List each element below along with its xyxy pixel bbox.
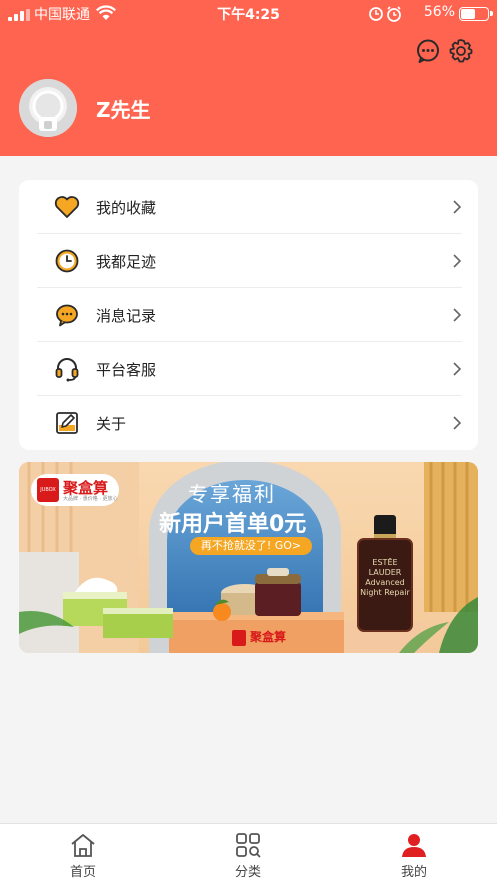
brand-badge: JUBOX 聚盒算 大品牌 · 惠价格 · 更放心 [31,474,119,506]
user-icon [402,834,426,857]
home-icon [71,834,95,857]
promo-headline: 新用户首单0元 [159,512,307,537]
battery-icon [459,7,493,21]
chevron-right-icon [453,254,462,268]
chevron-right-icon [453,362,462,376]
menu-item-customer-service[interactable]: 平台客服 [37,342,462,396]
tab-mine[interactable]: 我的 [374,830,454,880]
status-bar: 中国联通 下午4:25 56% [0,0,497,28]
menu-item-label: 消息记录 [96,307,157,325]
message-icon[interactable] [415,38,441,64]
category-grid-icon [236,833,261,858]
promo-cta-button[interactable]: 再不抢就没了! GO> [190,537,312,555]
clock-icon [55,249,79,273]
menu-card: 我的收藏 我都足迹 消息记录 平台客服 关于 [19,180,478,450]
chevron-right-icon [453,416,462,430]
chevron-right-icon [453,200,462,214]
footer-brand-name: 聚盒算 [250,630,287,644]
menu-item-label: 关于 [96,415,127,433]
heart-icon [54,196,80,218]
battery-percent: 56% [423,4,455,20]
chat-bubble-icon [56,304,78,327]
edit-note-icon [56,412,78,434]
alarm-icon [369,6,401,22]
header-actions [415,38,475,64]
bottle-label: ESTĒE LAUDER Advanced Night Repair [360,558,410,597]
menu-item-about[interactable]: 关于 [37,396,462,450]
profile-header: 中国联通 下午4:25 56% Z先生 [0,0,497,156]
avatar[interactable] [19,79,77,137]
footer-brand-logo [232,630,246,646]
tab-label: 我的 [400,865,427,880]
tab-category[interactable]: 分类 [208,830,288,880]
footer-brand: 聚盒算 [232,628,302,650]
status-time: 下午4:25 [217,7,280,23]
menu-item-messages[interactable]: 消息记录 [37,288,462,342]
headset-icon [55,358,79,382]
menu-item-label: 平台客服 [96,361,157,379]
menu-item-label: 我的收藏 [96,199,157,217]
promo-banner[interactable]: JUBOX 聚盒算 大品牌 · 惠价格 · 更放心 专享福利 新用户首单0元 再… [19,462,478,653]
menu-item-history[interactable]: 我都足迹 [37,234,462,288]
tab-label: 首页 [69,865,96,880]
chevron-right-icon [453,308,462,322]
brand-tagline: 大品牌 · 惠价格 · 更放心 [63,496,118,502]
tab-label: 分类 [234,865,261,880]
brand-logo: JUBOX [37,478,59,502]
promo-subtitle: 专享福利 [188,482,276,506]
tab-home[interactable]: 首页 [43,830,123,880]
menu-item-label: 我都足迹 [96,253,157,271]
bottom-tab-bar: 首页 分类 我的 [0,823,497,883]
menu-item-favorites[interactable]: 我的收藏 [37,180,462,234]
settings-icon[interactable] [448,38,474,64]
avatar-placeholder-icon [19,79,77,137]
username: Z先生 [96,98,151,122]
